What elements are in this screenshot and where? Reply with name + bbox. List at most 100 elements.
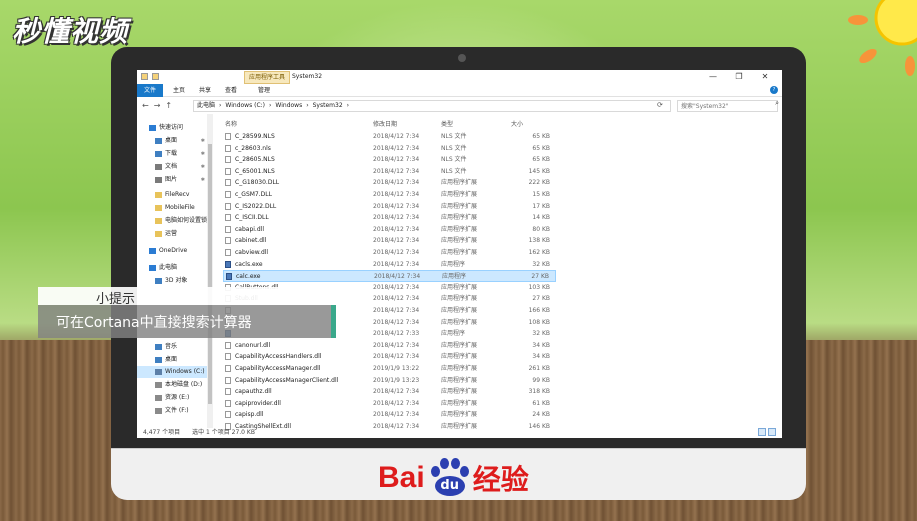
file-size: 24 KB: [532, 411, 550, 419]
column-header-size[interactable]: 大小: [511, 119, 523, 128]
refresh-icon[interactable]: ⟳: [657, 101, 663, 109]
file-type: 应用程序: [441, 330, 466, 338]
file-row[interactable]: capiprovider.dll 2018/4/12 7:34 应用程序扩展 61 K…: [223, 398, 556, 410]
column-header-name[interactable]: 名称: [225, 119, 237, 128]
file-row[interactable]: C_G18030.DLL 2018/4/12 7:34 应用程序扩展 222 KB: [223, 177, 556, 189]
large-icons-view-button[interactable]: [768, 428, 776, 436]
sidebar-item-label: 本地磁盘 (D:): [165, 381, 203, 388]
file-row[interactable]: CapabilityAccessManagerClient.dll 2019/1/…: [223, 375, 556, 387]
file-icon: [225, 191, 231, 198]
column-header-date[interactable]: 修改日期: [373, 119, 397, 128]
file-name: c_28603.nls: [235, 144, 271, 152]
file-row[interactable]: calc.exe 2018/4/12 7:34 应用程序 27 KB: [223, 270, 556, 282]
file-type: 应用程序扩展: [441, 388, 478, 396]
file-row[interactable]: C_IS2022.DLL 2018/4/12 7:34 应用程序扩展 17 KB: [223, 201, 556, 213]
file-size: 34 KB: [532, 341, 550, 349]
file-size: 65 KB: [532, 133, 550, 140]
file-type: 应用程序扩展: [441, 237, 478, 245]
sidebar-item-label: 音乐: [165, 343, 178, 350]
tab-home[interactable]: 主页: [167, 84, 191, 97]
file-row[interactable]: C_65001.NLS 2018/4/12 7:34 NLS 文件 145 KB: [223, 166, 556, 178]
navigation-scrollbar[interactable]: [207, 114, 213, 428]
column-header-type[interactable]: 类型: [441, 119, 453, 128]
file-row[interactable]: c_28603.nls 2018/4/12 7:34 NLS 文件 65 KB: [223, 143, 556, 155]
help-icon[interactable]: ?: [770, 86, 778, 94]
sidebar-item[interactable]: 桌面 ✱: [137, 135, 207, 147]
file-row[interactable]: cabinet.dll 2018/4/12 7:34 应用程序扩展 138 KB: [223, 235, 556, 247]
file-icon: [225, 376, 231, 384]
sidebar-item[interactable]: 文件 (F:): [137, 405, 207, 417]
details-view-button[interactable]: [758, 428, 766, 436]
sidebar-item[interactable]: 电脑如何设置锁: [137, 215, 207, 227]
file-list: 名称 修改日期 类型 大小 C_28599.NLS 2018/4/12 7:34 N…: [223, 114, 563, 430]
file-size: 103 KB: [528, 283, 550, 291]
breadcrumb-drive-c[interactable]: Windows (C:): [225, 101, 265, 111]
file-row[interactable]: c_GSM7.DLL 2018/4/12 7:34 应用程序扩展 15 KB: [223, 189, 556, 201]
file-row[interactable]: C_28605.NLS 2018/4/12 7:34 NLS 文件 65 KB: [223, 154, 556, 166]
scrollbar-thumb[interactable]: [208, 144, 212, 404]
context-tab-app-tools[interactable]: 应用程序工具: [244, 71, 291, 84]
breadcrumb-system32[interactable]: System32: [313, 101, 343, 111]
tab-share[interactable]: 共享: [193, 84, 217, 97]
file-row[interactable]: CapabilityAccessHandlers.dll 2018/4/12 7:…: [223, 351, 556, 363]
back-arrow-icon[interactable]: ←: [142, 101, 149, 110]
tab-file[interactable]: 文件: [137, 84, 163, 97]
forward-arrow-icon[interactable]: →: [154, 101, 161, 110]
breadcrumb-separator: ›: [269, 102, 272, 109]
up-arrow-icon[interactable]: ↑: [165, 101, 172, 110]
sidebar-item[interactable]: 文档 ✱: [137, 161, 207, 173]
sidebar-item-label: 运营: [165, 230, 178, 237]
sidebar-item[interactable]: 桌面: [137, 354, 207, 366]
file-size: 15 KB: [532, 191, 550, 198]
drive-icon: [155, 381, 162, 388]
maximize-button[interactable]: ❐: [726, 70, 752, 84]
search-icon[interactable]: ⌕: [775, 99, 779, 108]
new-folder-icon[interactable]: [152, 73, 159, 80]
file-date: 2018/4/12 7:34: [373, 202, 420, 210]
close-button[interactable]: ✕: [752, 70, 778, 84]
file-row[interactable]: CapabilityAccessManager.dll 2019/1/9 13:2…: [223, 363, 556, 375]
sidebar-item[interactable]: FileRecv: [137, 189, 207, 201]
pin-icon: ✱: [200, 138, 205, 144]
file-size: 162 KB: [528, 249, 550, 256]
sidebar-item[interactable]: 音乐: [137, 341, 207, 353]
pin-icon: ✱: [200, 151, 205, 157]
tip-body: 可在Cortana中直接搜索计算器: [56, 315, 252, 331]
file-row[interactable]: canonurl.dll 2018/4/12 7:34 应用程序扩展 34 KB: [223, 340, 556, 352]
sidebar-item[interactable]: OneDrive: [137, 245, 207, 257]
properties-icon[interactable]: [141, 73, 148, 80]
address-input[interactable]: 此电脑 › Windows (C:) › Windows › System32 …: [193, 100, 671, 112]
folder-icon: [155, 137, 162, 144]
file-row[interactable]: cacls.exe 2018/4/12 7:34 应用程序 32 KB: [223, 259, 556, 271]
minimize-button[interactable]: —: [700, 70, 726, 84]
sidebar-item[interactable]: 资源 (E:): [137, 392, 207, 404]
file-type: 应用程序扩展: [441, 295, 478, 303]
tab-view[interactable]: 查看: [219, 84, 243, 97]
breadcrumb-this-pc[interactable]: 此电脑: [197, 101, 215, 111]
file-row[interactable]: C_ISCII.DLL 2018/4/12 7:34 应用程序扩展 14 KB: [223, 212, 556, 224]
file-name: capiprovider.dll: [235, 399, 281, 407]
file-size: 32 KB: [532, 260, 550, 268]
file-type: 应用程序扩展: [441, 179, 478, 187]
file-type: 应用程序扩展: [441, 307, 478, 314]
search-input[interactable]: [677, 100, 778, 112]
file-row[interactable]: capauthz.dll 2018/4/12 7:34 应用程序扩展 318 KB: [223, 386, 556, 398]
sidebar-item[interactable]: 运营: [137, 228, 207, 240]
sidebar-item[interactable]: 3D 对象: [137, 275, 207, 287]
tab-manage[interactable]: 管理: [252, 84, 276, 97]
file-row[interactable]: C_28599.NLS 2018/4/12 7:34 NLS 文件 65 KB: [223, 131, 556, 143]
sidebar-item[interactable]: 本地磁盘 (D:): [137, 379, 207, 391]
sidebar-item[interactable]: 此电脑: [137, 262, 207, 274]
sidebar-item[interactable]: 下载 ✱: [137, 148, 207, 160]
sidebar-item[interactable]: MobileFile: [137, 202, 207, 214]
file-row[interactable]: capisp.dll 2018/4/12 7:34 应用程序扩展 24 KB: [223, 409, 556, 421]
sidebar-item[interactable]: 快速访问: [137, 122, 207, 134]
logo-du-text: du: [434, 476, 465, 496]
file-size: 27 KB: [532, 295, 550, 303]
file-row[interactable]: cabview.dll 2018/4/12 7:34 应用程序扩展 162 KB: [223, 247, 556, 259]
breadcrumb-windows[interactable]: Windows: [275, 101, 302, 111]
file-row[interactable]: cabapi.dll 2018/4/12 7:34 应用程序扩展 80 KB: [223, 224, 556, 236]
file-type: 应用程序扩展: [441, 365, 478, 372]
sidebar-item[interactable]: Windows (C:): [137, 366, 207, 378]
sidebar-item[interactable]: 图片 ✱: [137, 174, 207, 186]
